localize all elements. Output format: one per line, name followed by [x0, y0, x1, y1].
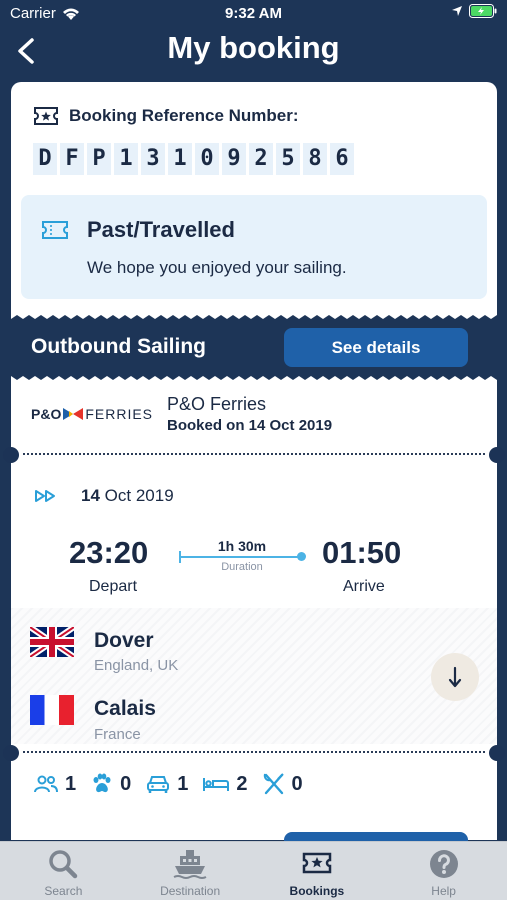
tab-search[interactable]: Search	[0, 842, 127, 900]
status-right	[451, 4, 497, 18]
tab-help-label: Help	[431, 884, 456, 898]
booking-reference-header: Booking Reference Number:	[33, 106, 299, 126]
booking-reference-number: D F P 1 3 1 0 9 2 5 8 6	[33, 143, 354, 175]
tab-bookings[interactable]: Bookings	[254, 842, 381, 900]
reference-char: 0	[195, 143, 219, 175]
france-flag-icon	[30, 695, 74, 725]
fast-forward-icon	[35, 490, 55, 502]
arrive-label: Arrive	[343, 578, 385, 595]
ticket-notch	[3, 447, 19, 463]
route-section: Dover England, UK Calais France	[11, 608, 497, 744]
page-title: My booking	[167, 30, 340, 65]
battery-icon	[469, 4, 497, 18]
uk-flag-icon	[30, 627, 74, 657]
booking-status-title: Past/Travelled	[87, 217, 235, 242]
app-header: My booking	[0, 26, 507, 76]
reference-char: 3	[141, 143, 165, 175]
route-direction-button[interactable]	[431, 653, 479, 701]
outbound-sailing-card[interactable]: P&O FERRIES P&O Ferries Booked on 14 Oct…	[3, 380, 505, 840]
tab-destination-label: Destination	[160, 884, 221, 898]
reference-char: P	[87, 143, 111, 175]
reference-char: 9	[222, 143, 246, 175]
booking-status-box: Past/Travelled We hope you enjoyed your …	[21, 195, 487, 299]
paw-icon	[93, 773, 111, 793]
pets-value: 0	[120, 772, 132, 795]
operator-flag-icon	[63, 408, 84, 420]
divider	[23, 751, 485, 753]
reference-char: 8	[303, 143, 327, 175]
ticket-notch	[3, 745, 19, 761]
cabins-count: 2	[202, 772, 248, 796]
arrow-down-icon	[448, 666, 462, 688]
reference-char: F	[60, 143, 84, 175]
car-icon	[147, 776, 170, 793]
sailing-date-text: 14 Oct 2019	[81, 486, 174, 506]
reference-char: 1	[114, 143, 138, 175]
arrival-country: France	[94, 726, 141, 743]
ship-icon	[173, 850, 207, 879]
depart-time: 23:20	[69, 535, 149, 570]
sailing-date-day: 14	[81, 486, 100, 505]
tab-bar: Search Destination Bookings Help	[0, 841, 507, 900]
vehicles-value: 1	[177, 772, 189, 795]
departure-country: England, UK	[94, 657, 179, 674]
booking-summary-counts: 1 0 1 2 0	[33, 772, 303, 796]
operator-logo-text: P&O	[31, 406, 62, 422]
departure-port: Dover	[94, 629, 154, 652]
reference-char: 5	[276, 143, 300, 175]
pets-count: 0	[90, 773, 131, 796]
divider	[23, 453, 485, 455]
duration-line-end	[297, 552, 306, 561]
ticket-star-icon	[34, 107, 58, 125]
bed-icon	[203, 778, 230, 791]
reference-char: 2	[249, 143, 273, 175]
tab-bookings-label: Bookings	[289, 884, 345, 898]
ticket-icon	[42, 221, 68, 239]
tab-destination[interactable]: Destination	[127, 842, 254, 900]
cabins-value: 2	[236, 772, 248, 795]
help-icon	[429, 850, 458, 878]
duration-value: 1h 30m	[217, 538, 267, 554]
passengers-value: 1	[65, 772, 77, 795]
reference-char: 6	[330, 143, 354, 175]
clock: 9:32 AM	[225, 5, 282, 22]
meals-count: 0	[262, 772, 303, 796]
booking-reference-card: Booking Reference Number: D F P 1 3 1 0 …	[11, 82, 497, 314]
arrive-time: 01:50	[322, 535, 402, 570]
duration-line	[179, 556, 299, 558]
operator-logo: P&O FERRIES	[31, 406, 153, 422]
sailing-date: 14 Oct 2019	[35, 486, 174, 506]
operator-logo-suffix: FERRIES	[85, 406, 154, 422]
vehicles-count: 1	[145, 773, 188, 796]
operator-name: P&O Ferries	[167, 394, 267, 414]
booked-on-date: Booked on 14 Oct 2019	[167, 417, 333, 434]
ticket-edge	[11, 313, 497, 319]
tab-search-label: Search	[44, 884, 83, 898]
ticket-notch	[489, 745, 505, 761]
search-icon	[49, 850, 78, 879]
booking-status-text: We hope you enjoyed your sailing.	[87, 258, 347, 277]
location-arrow-icon	[452, 6, 462, 16]
duration-label: Duration	[221, 561, 263, 573]
outbound-sailing-heading: Outbound Sailing	[31, 335, 206, 358]
ticket-star-icon	[302, 852, 332, 874]
booking-reference-label: Booking Reference Number:	[69, 106, 299, 125]
see-details-button[interactable]: See details	[284, 328, 468, 367]
cutlery-icon	[263, 773, 284, 795]
people-icon	[34, 775, 58, 793]
tab-help[interactable]: Help	[380, 842, 507, 900]
depart-label: Depart	[89, 578, 138, 595]
reference-char: 1	[168, 143, 192, 175]
meals-value: 0	[291, 772, 303, 795]
sailing-date-rest: Oct 2019	[104, 486, 174, 505]
ticket-notch	[489, 447, 505, 463]
arrival-port: Calais	[94, 697, 156, 720]
passengers-count: 1	[33, 773, 76, 796]
reference-char: D	[33, 143, 57, 175]
